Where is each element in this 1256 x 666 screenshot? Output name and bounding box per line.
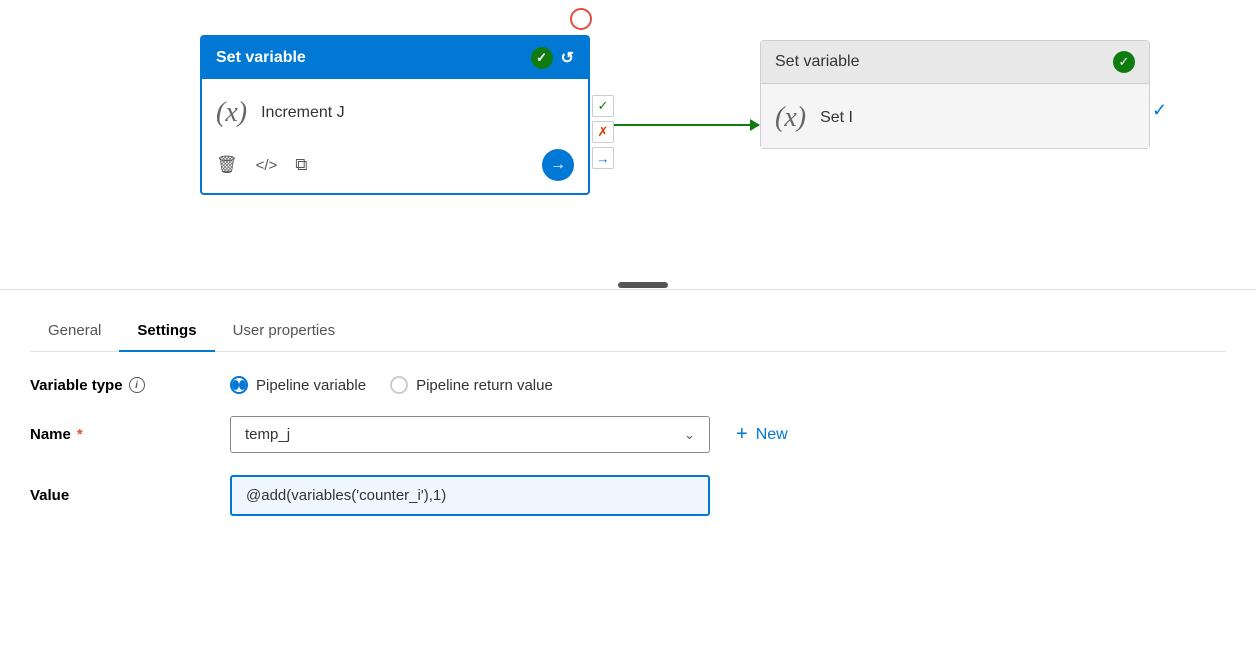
card-right-header: Set variable ✓ — [761, 41, 1149, 84]
code-icon[interactable]: </> — [256, 157, 278, 174]
card-left-body: (x) Increment J — [202, 79, 588, 143]
card-left-label: Increment J — [261, 104, 345, 122]
delete-icon[interactable]: 🗑 — [216, 155, 238, 175]
name-row: Name * temp_j ⌄ + New — [30, 416, 1226, 453]
refresh-icon[interactable]: ↺ — [561, 48, 574, 68]
next-arrow-button[interactable]: → — [542, 149, 574, 181]
card-right-title: Set variable — [775, 53, 860, 71]
radio-pipeline-return-circle — [390, 376, 408, 394]
connector-green-check[interactable]: ✓ — [592, 95, 614, 117]
canvas-area: Set variable ✓ ↺ (x) Increment J 🗑 </> ⧉… — [0, 0, 1256, 290]
arrow-icon: → — [550, 156, 566, 174]
name-controls: temp_j ⌄ + New — [230, 416, 1226, 453]
card-right-label: Set I — [820, 109, 853, 127]
connector-blue-arrow[interactable]: → — [592, 147, 614, 169]
tab-settings[interactable]: Settings — [119, 312, 214, 351]
card-left-check-badge: ✓ — [531, 47, 553, 69]
name-dropdown[interactable]: temp_j ⌄ — [230, 416, 710, 453]
arrow-connection — [614, 124, 759, 126]
info-icon[interactable]: i — [129, 377, 145, 393]
card-right-body: (x) Set I — [761, 84, 1149, 148]
connector-red-x[interactable]: ✗ — [592, 121, 614, 143]
tab-bar: General Settings User properties — [30, 290, 1226, 352]
tab-general[interactable]: General — [30, 312, 119, 351]
top-connector[interactable] — [570, 8, 592, 30]
variable-icon-right: (x) — [775, 102, 806, 134]
card-set-variable-right: Set variable ✓ (x) Set I — [760, 40, 1150, 149]
radio-group: Pipeline variable Pipeline return value — [230, 376, 553, 394]
right-panel-check[interactable]: ✓ — [1152, 100, 1167, 121]
value-label: Value — [30, 487, 230, 504]
card-left-header: Set variable ✓ ↺ — [202, 37, 588, 79]
card-right-check-badge: ✓ — [1113, 51, 1135, 73]
required-indicator: * — [77, 426, 83, 443]
value-input[interactable] — [230, 475, 710, 516]
variable-type-controls: Pipeline variable Pipeline return value — [230, 376, 1226, 394]
copy-icon[interactable]: ⧉ — [295, 155, 307, 175]
collapse-handle[interactable] — [618, 282, 668, 288]
card-left-header-right: ✓ ↺ — [531, 47, 574, 69]
radio-pipeline-return[interactable]: Pipeline return value — [390, 376, 553, 394]
bottom-panel: General Settings User properties Variabl… — [0, 290, 1256, 516]
connector-buttons: ✓ ✗ → — [592, 95, 614, 169]
new-button[interactable]: + New — [736, 423, 788, 446]
variable-type-label: Variable type i — [30, 377, 230, 394]
tab-user-properties[interactable]: User properties — [215, 312, 354, 351]
variable-icon-left: (x) — [216, 97, 247, 129]
variable-type-row: Variable type i Pipeline variable Pipeli… — [30, 376, 1226, 394]
radio-pipeline-variable-circle — [230, 376, 248, 394]
card-left-footer: 🗑 </> ⧉ → — [202, 143, 588, 193]
name-label: Name * — [30, 426, 230, 443]
chevron-down-icon: ⌄ — [684, 427, 695, 443]
card-left-title: Set variable — [216, 49, 306, 67]
value-controls — [230, 475, 1226, 516]
plus-icon: + — [736, 423, 748, 446]
value-row: Value — [30, 475, 1226, 516]
radio-pipeline-variable[interactable]: Pipeline variable — [230, 376, 366, 394]
card-set-variable-left: Set variable ✓ ↺ (x) Increment J 🗑 </> ⧉… — [200, 35, 590, 195]
